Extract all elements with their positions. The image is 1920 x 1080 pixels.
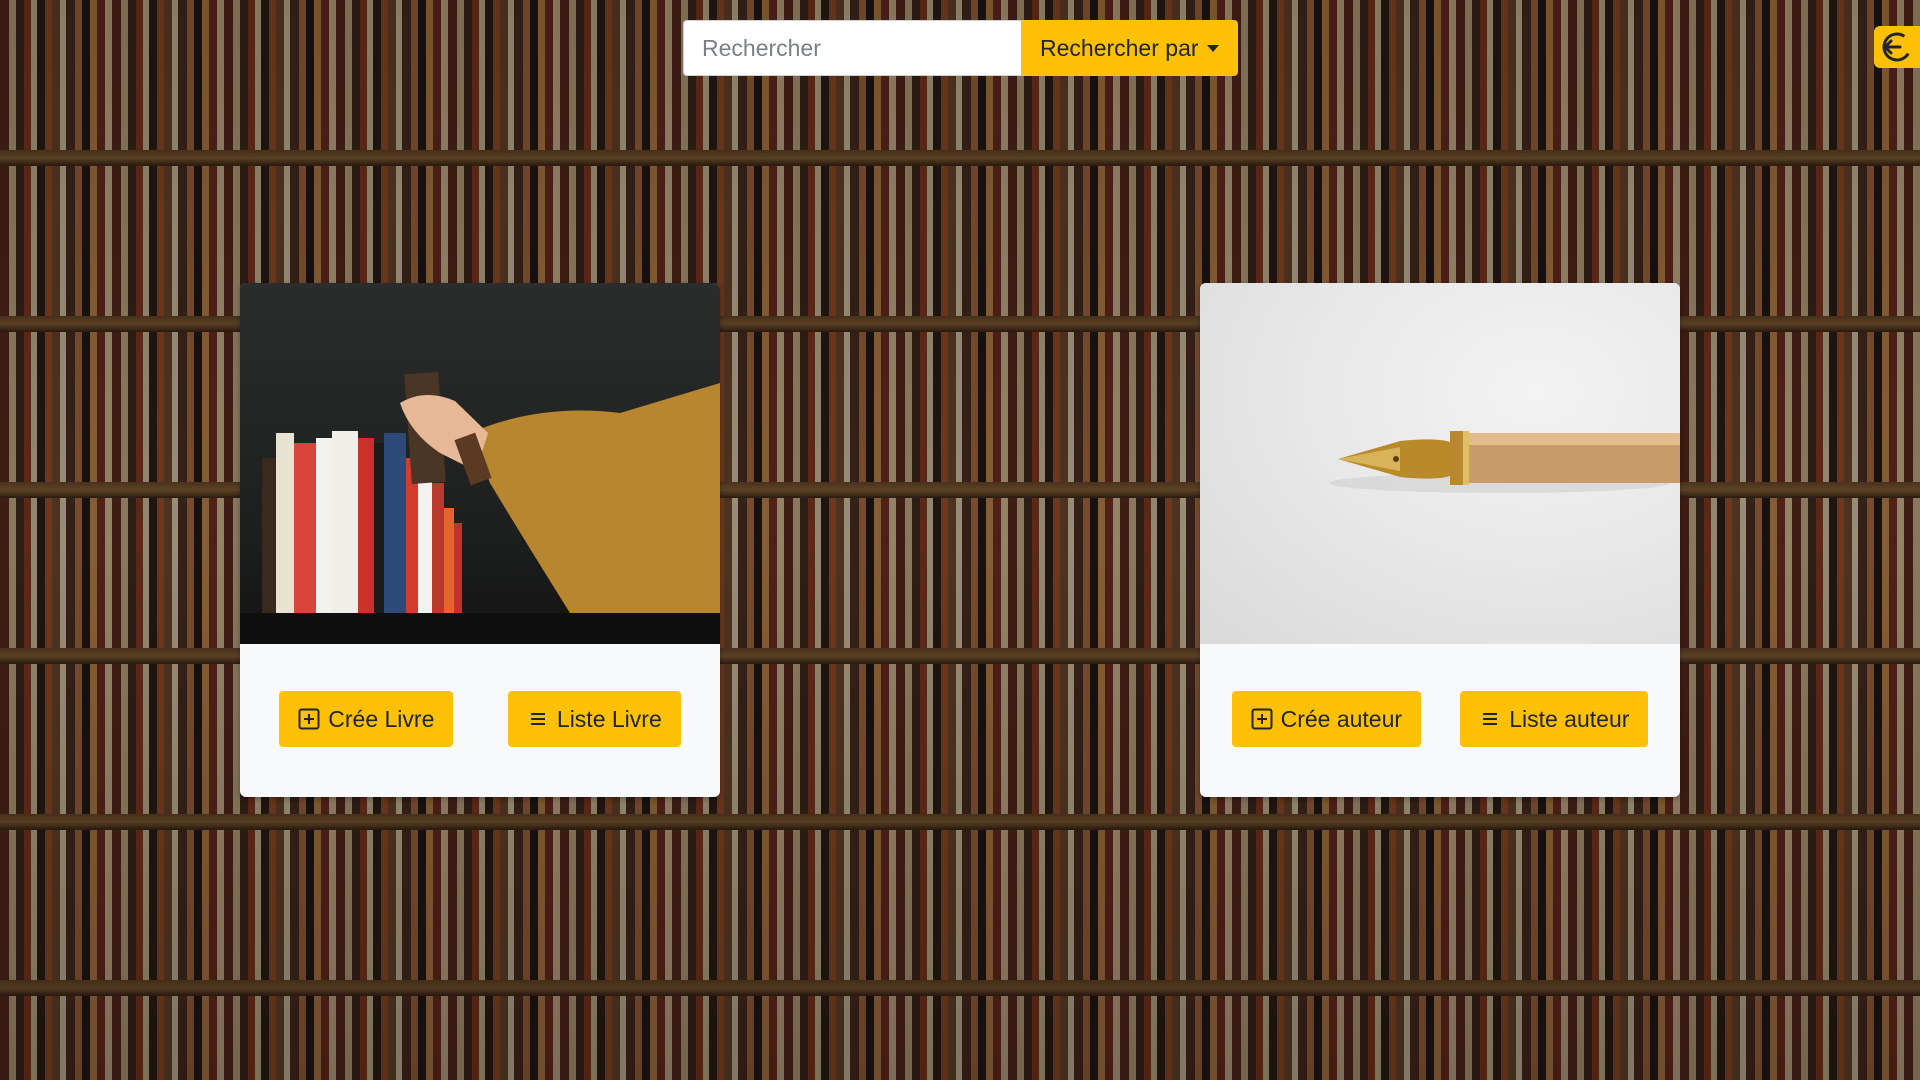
list-authors-button[interactable]: Liste auteur	[1460, 691, 1649, 747]
books-shelf-photo	[240, 283, 720, 644]
logout-icon	[1882, 32, 1912, 62]
caret-down-icon	[1206, 44, 1219, 52]
create-author-button[interactable]: Crée auteur	[1231, 691, 1422, 747]
author-card: Crée auteur Liste auteur	[1200, 283, 1680, 797]
plus-square-icon	[298, 708, 320, 730]
list-icon	[1483, 713, 1498, 725]
create-book-label: Crée Livre	[328, 705, 435, 732]
search-by-dropdown-button[interactable]: Rechercher par	[1021, 20, 1238, 76]
list-books-label: Liste Livre	[556, 705, 662, 732]
create-author-label: Crée auteur	[1280, 705, 1403, 732]
list-icon	[530, 713, 545, 725]
search-input[interactable]	[683, 20, 1021, 76]
logout-button[interactable]	[1874, 26, 1920, 68]
list-books-button[interactable]: Liste Livre	[507, 691, 681, 747]
list-authors-label: Liste auteur	[1509, 705, 1630, 732]
author-card-actions: Crée auteur Liste auteur	[1200, 691, 1680, 747]
plus-square-icon	[1251, 708, 1273, 730]
create-book-button[interactable]: Crée Livre	[279, 691, 454, 747]
search-group: Rechercher par	[683, 20, 1238, 76]
book-card: Crée Livre Liste Livre	[240, 283, 720, 797]
search-by-label: Rechercher par	[1040, 34, 1199, 61]
book-card-actions: Crée Livre Liste Livre	[240, 691, 720, 747]
fountain-pen-photo	[1200, 283, 1680, 644]
